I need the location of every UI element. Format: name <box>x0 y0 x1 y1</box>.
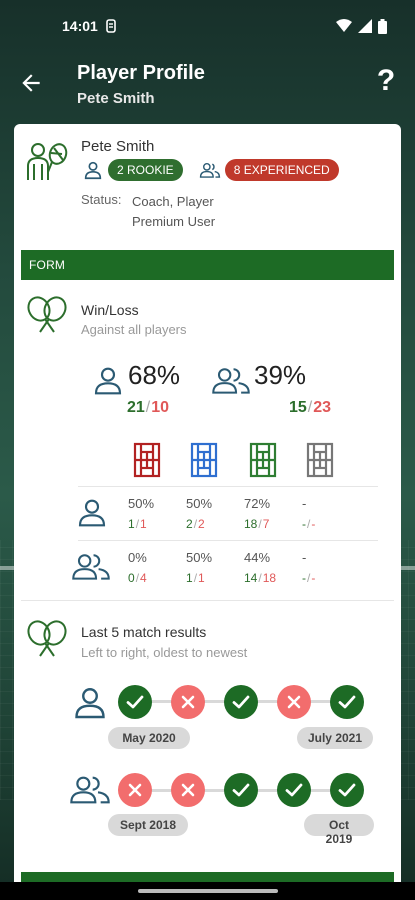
form-section-header[interactable]: FORM <box>21 250 394 280</box>
win-result <box>330 685 364 719</box>
doubles-grass-wl: 14/18 <box>244 571 277 585</box>
doubles-grass-pct: 44% <box>244 550 271 565</box>
doubles-hard-wl: 1/1 <box>186 571 205 585</box>
notification-icon <box>106 19 116 33</box>
singles-rating-badge: 2 ROOKIE <box>108 159 183 181</box>
home-gesture-handle[interactable] <box>138 889 278 893</box>
singles-end-date: July 2021 <box>297 727 373 749</box>
last-five-title: Last 5 match results <box>81 624 207 640</box>
doubles-end-date: Oct 2019 <box>304 814 374 846</box>
doubles-rating-badge: 8 EXPERIENCED <box>224 159 339 181</box>
singles-pct-value: 68% <box>128 360 181 390</box>
doubles-hard-pct: 50% <box>186 550 213 565</box>
singles-clay-wl: 1/1 <box>128 517 147 531</box>
rating-badges: 2 ROOKIE 8 EXPERIENCED <box>82 159 339 181</box>
last-five-subtitle: Left to right, oldest to newest <box>81 645 248 660</box>
row-divider <box>78 540 378 541</box>
win-loss-title: Win/Loss <box>81 302 139 318</box>
battery-icon <box>378 18 387 34</box>
cross-icon <box>181 695 195 709</box>
win-loss-subtitle: Against all players <box>81 322 187 337</box>
other-court-icon <box>306 442 334 478</box>
doubles-win-pct: 39% <box>212 360 306 396</box>
singles-win-loss: 21/10 <box>127 399 170 416</box>
check-icon <box>232 695 250 709</box>
status-roles: Coach, Player <box>132 194 214 209</box>
profile-header: Pete Smith 2 ROOKIE 8 EXPERIENCED Status… <box>14 124 401 244</box>
singles-person-icon <box>75 688 105 719</box>
singles-person-icon <box>84 161 102 180</box>
doubles-clay-pct: 0% <box>128 550 147 565</box>
doubles-people-icon <box>212 368 250 394</box>
singles-losses: 10 <box>151 399 170 416</box>
win-result <box>330 773 364 807</box>
loss-result <box>277 685 311 719</box>
help-icon[interactable]: ? <box>373 64 399 98</box>
section-divider <box>21 600 394 601</box>
hard-court-icon <box>190 442 218 478</box>
grass-court-icon <box>249 442 277 478</box>
signal-icon <box>358 19 372 33</box>
doubles-start-date: Sept 2018 <box>108 814 188 836</box>
wifi-icon <box>336 19 352 32</box>
status-value: Coach, Player Premium User <box>132 192 215 232</box>
check-icon <box>232 783 250 797</box>
singles-start-date: May 2020 <box>108 727 190 749</box>
doubles-clay-wl: 0/4 <box>128 571 147 585</box>
app-bar: Player Profile Pete Smith ? <box>0 52 415 122</box>
player-name: Pete Smith <box>81 138 155 155</box>
singles-hard-wl: 2/2 <box>186 517 205 531</box>
doubles-people-icon <box>72 554 110 580</box>
coach-player-icon <box>27 143 68 180</box>
loss-result <box>171 773 205 807</box>
win-result <box>224 773 258 807</box>
singles-win-pct: 68% <box>92 360 180 396</box>
singles-grass-pct: 72% <box>244 496 271 511</box>
singles-hard-pct: 50% <box>186 496 213 511</box>
doubles-win-loss: 15/23 <box>289 399 332 416</box>
singles-wins: 21 <box>127 399 145 416</box>
status-bar: 14:01 <box>0 0 415 52</box>
check-icon <box>285 783 303 797</box>
doubles-wins: 15 <box>289 399 307 416</box>
rackets-icon <box>27 620 67 657</box>
doubles-other-wl: -/- <box>302 571 316 585</box>
profile-card: Pete Smith 2 ROOKIE 8 EXPERIENCED Status… <box>14 124 401 900</box>
singles-grass-wl: 18/7 <box>244 517 270 531</box>
singles-other-pct: - <box>302 496 307 511</box>
page-title: Player Profile <box>77 62 205 84</box>
check-icon <box>338 783 356 797</box>
page-subtitle: Pete Smith <box>77 90 155 107</box>
status-time: 14:01 <box>62 18 98 34</box>
doubles-losses: 23 <box>313 399 332 416</box>
status-membership: Premium User <box>132 214 216 229</box>
row-divider <box>78 486 378 487</box>
clay-court-icon <box>133 442 161 478</box>
cross-icon <box>181 783 195 797</box>
win-result <box>118 685 152 719</box>
singles-person-icon <box>94 367 122 395</box>
back-arrow-icon[interactable] <box>18 70 44 96</box>
doubles-people-icon <box>70 776 110 804</box>
status-label: Status: <box>81 192 122 207</box>
singles-person-icon <box>78 499 106 527</box>
doubles-other-pct: - <box>302 550 307 565</box>
system-nav-bar <box>0 882 415 900</box>
check-icon <box>338 695 356 709</box>
singles-clay-pct: 50% <box>128 496 155 511</box>
rackets-icon <box>27 296 67 333</box>
win-result <box>277 773 311 807</box>
loss-result <box>118 773 152 807</box>
doubles-pct-value: 39% <box>254 360 307 390</box>
loss-result <box>171 685 205 719</box>
singles-other-wl: -/- <box>302 517 316 531</box>
check-icon <box>126 695 144 709</box>
doubles-people-icon <box>199 163 220 178</box>
cross-icon <box>128 783 142 797</box>
win-result <box>224 685 258 719</box>
cross-icon <box>287 695 301 709</box>
